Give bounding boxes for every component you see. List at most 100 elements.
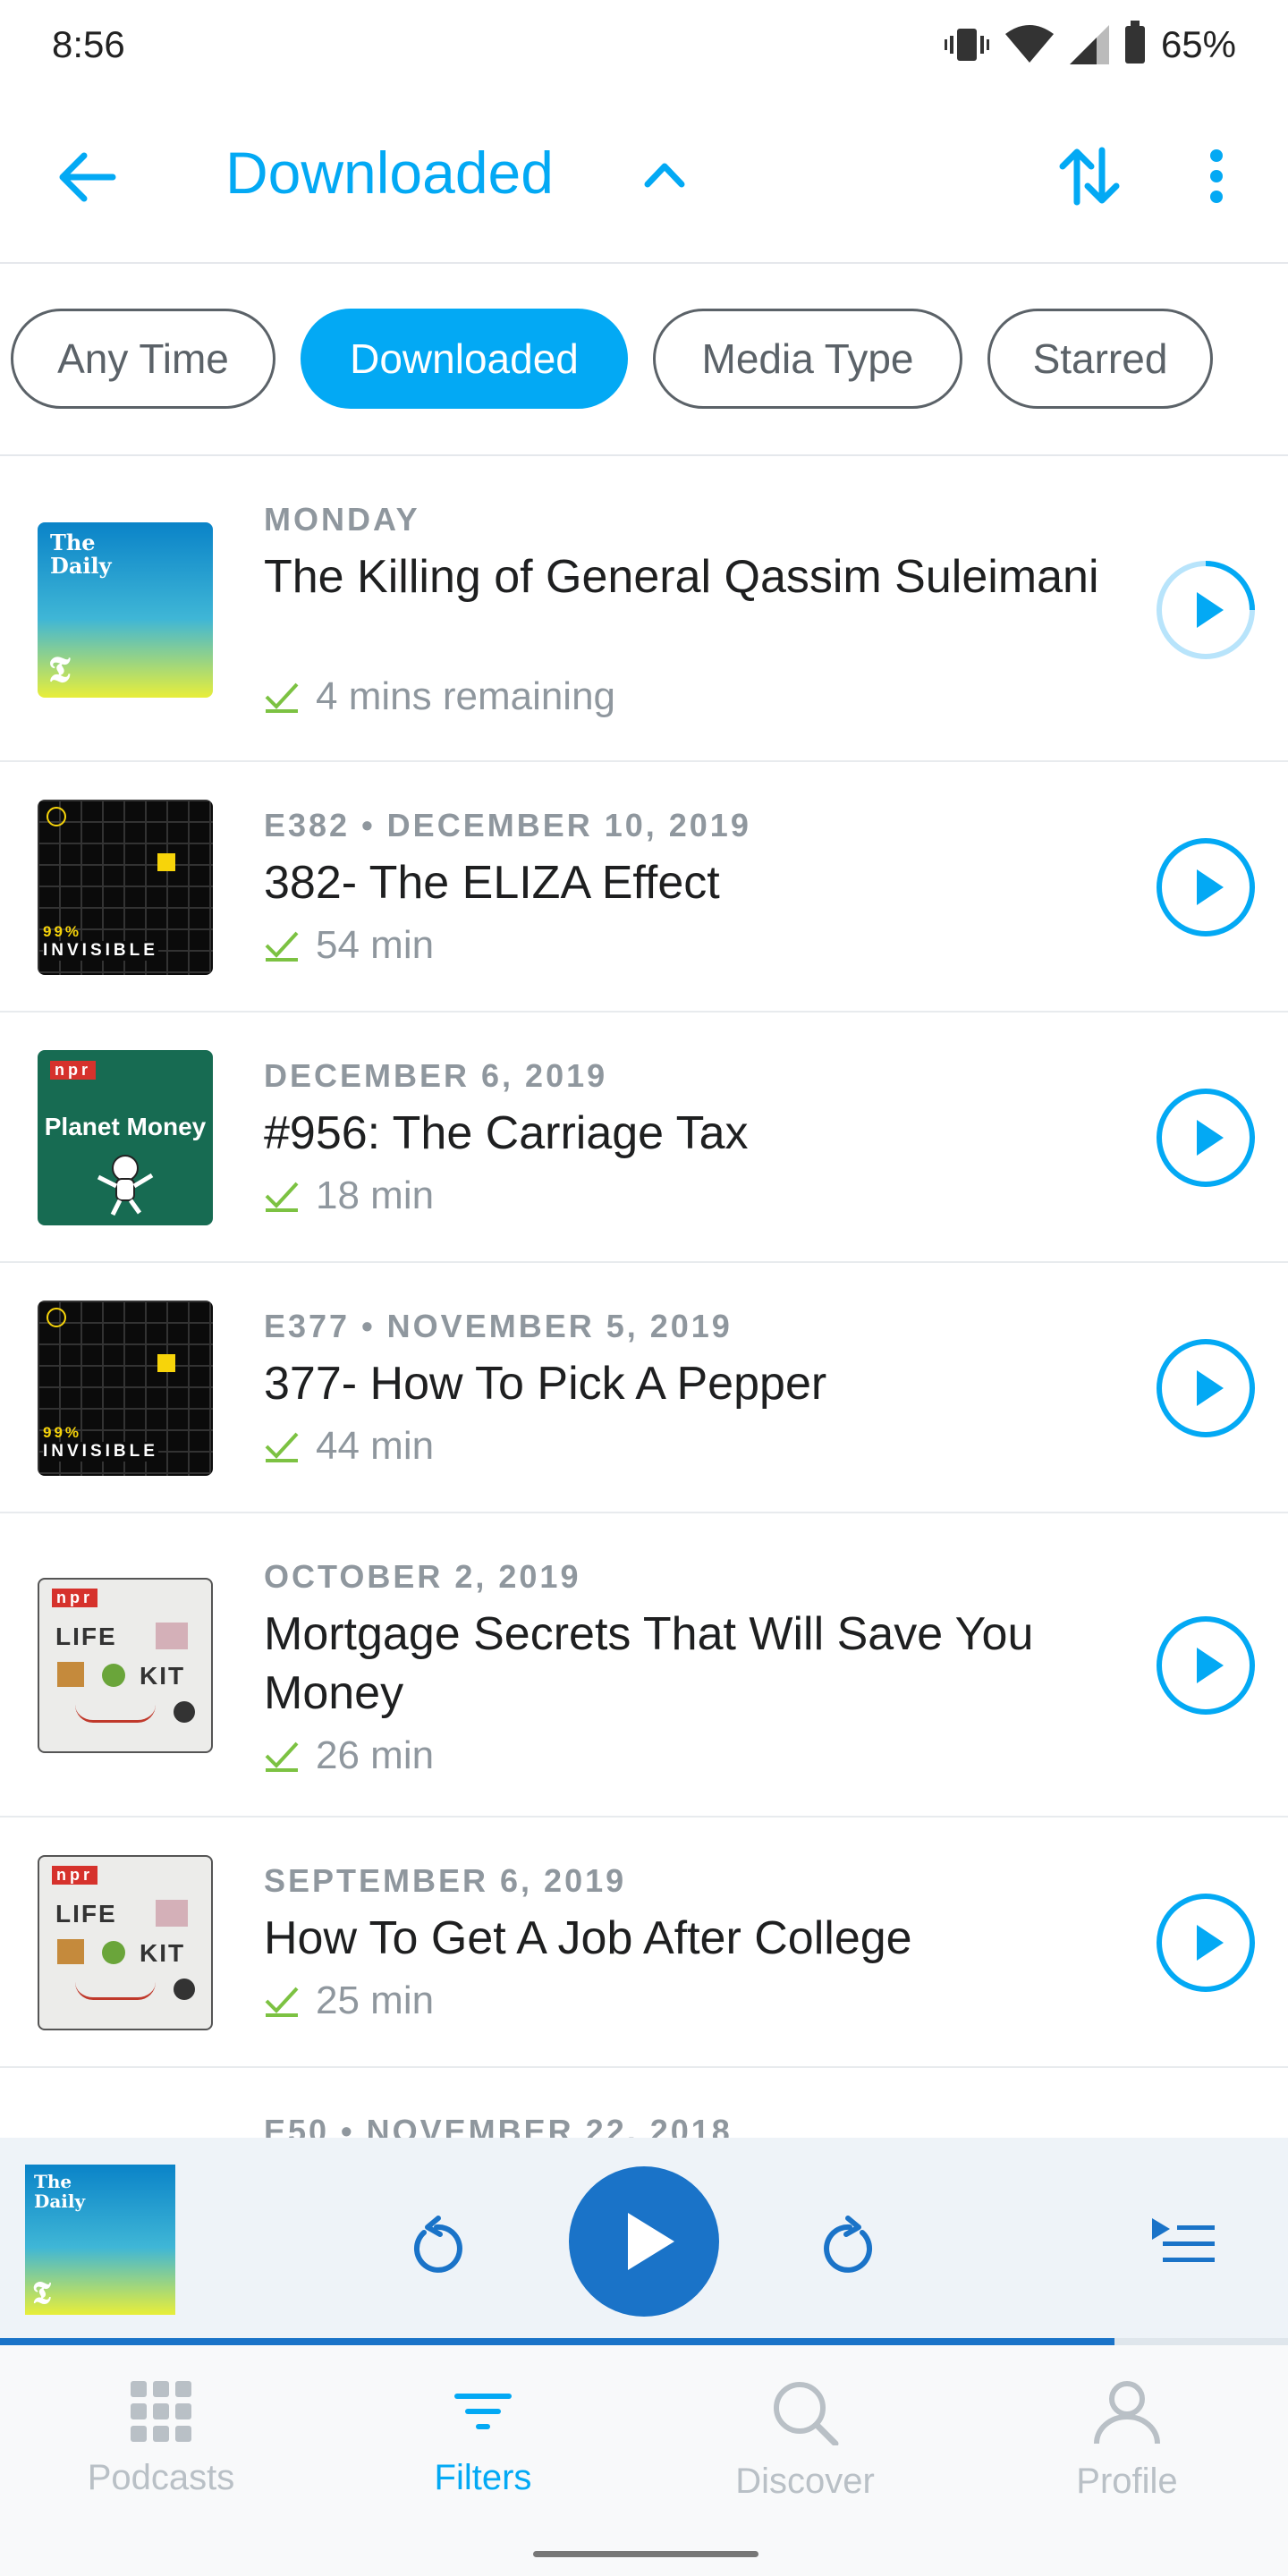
home-indicator[interactable] bbox=[533, 2551, 758, 2557]
back-arrow-icon[interactable] bbox=[57, 150, 116, 204]
nav-profile[interactable]: Profile bbox=[966, 2381, 1288, 2502]
skip-back-icon[interactable] bbox=[408, 2213, 465, 2274]
play-button[interactable] bbox=[1156, 1615, 1256, 1716]
filter-chips: Any Time Downloaded Media Type Starred bbox=[0, 264, 1288, 456]
downloaded-check-icon bbox=[265, 931, 299, 962]
bottom-navigation: Podcasts Filters Discover Profile bbox=[0, 2345, 1288, 2576]
nyt-logo-icon: 𝕿 bbox=[48, 648, 71, 691]
episode-duration: 54 min bbox=[316, 923, 435, 967]
episode-status: 54 min bbox=[264, 923, 434, 968]
episode-duration: 26 min bbox=[316, 1733, 435, 1777]
downloaded-check-icon bbox=[265, 682, 299, 713]
artwork-text: INVISIBLE bbox=[43, 941, 158, 961]
filter-icon bbox=[454, 2394, 512, 2429]
nav-podcasts[interactable]: Podcasts bbox=[0, 2381, 322, 2498]
mini-player: The Daily 𝕿 bbox=[0, 2138, 1288, 2343]
artwork-text: INVISIBLE bbox=[43, 1442, 158, 1462]
playback-progress-fill bbox=[0, 2338, 1114, 2345]
episode-row[interactable]: npr LIFE KIT OCTOBER 2, 2019 Mortgage Se… bbox=[0, 1513, 1288, 1818]
life-kit-artwork: npr LIFE KIT bbox=[38, 1855, 213, 2030]
artwork-text: LIFE bbox=[55, 1623, 117, 1650]
artwork-title-line1: The bbox=[34, 2171, 72, 2192]
play-button[interactable] bbox=[1156, 1893, 1256, 1993]
astronaut-icon bbox=[97, 1155, 154, 1216]
status-time: 8:56 bbox=[52, 23, 125, 65]
artwork-text: 99% bbox=[43, 923, 82, 940]
episode-date: DECEMBER 6, 2019 bbox=[264, 1057, 608, 1094]
status-icons: 65% bbox=[944, 21, 1236, 66]
episode-row[interactable]: E50 • NOVEMBER 22, 2018 bbox=[0, 2068, 1288, 2149]
npr-badge: npr bbox=[50, 1061, 96, 1080]
npr-badge: npr bbox=[52, 1589, 97, 1607]
small-logo-icon bbox=[47, 807, 66, 826]
cell-signal-icon bbox=[1069, 25, 1109, 64]
episode-status: 4 mins remaining bbox=[264, 674, 615, 719]
episode-duration: 44 min bbox=[316, 1424, 435, 1468]
npr-badge: npr bbox=[52, 1866, 97, 1885]
episode-row[interactable]: npr LIFE KIT SEPTEMBER 6, 2019 How To Ge… bbox=[0, 1818, 1288, 2068]
chip-downloaded[interactable]: Downloaded bbox=[301, 309, 628, 409]
nav-filters[interactable]: Filters bbox=[322, 2381, 644, 2498]
artwork-text: KIT bbox=[140, 1939, 186, 1967]
nav-label: Profile bbox=[1076, 2462, 1178, 2501]
nav-label: Discover bbox=[735, 2462, 875, 2501]
downloaded-check-icon bbox=[265, 1432, 299, 1462]
artwork-text: KIT bbox=[140, 1662, 186, 1690]
nyt-logo-icon: 𝕿 bbox=[32, 2275, 51, 2311]
artwork-text: LIFE bbox=[55, 1900, 117, 1928]
life-kit-artwork: npr LIFE KIT bbox=[38, 1578, 213, 1753]
episode-row[interactable]: The Daily 𝕿 MONDAY The Killing of Genera… bbox=[0, 458, 1288, 762]
artwork-text: 99% bbox=[43, 1424, 82, 1441]
episode-title: 377- How To Pick A Pepper bbox=[264, 1358, 827, 1410]
episode-row[interactable]: npr Planet Money DECEMBER 6, 2019 #956: … bbox=[0, 1013, 1288, 1263]
toolbar: Downloaded bbox=[0, 89, 1288, 264]
artwork-title-line2: Daily bbox=[34, 2190, 86, 2212]
small-logo-icon bbox=[47, 1308, 66, 1327]
episode-title: 382- The ELIZA Effect bbox=[264, 857, 720, 909]
battery-percent: 65% bbox=[1160, 23, 1236, 65]
more-options-icon[interactable] bbox=[1209, 148, 1224, 204]
episode-row[interactable]: 99% INVISIBLE E377 • NOVEMBER 5, 2019 37… bbox=[0, 1263, 1288, 1513]
episode-title: How To Get A Job After College bbox=[264, 1912, 912, 1964]
planet-money-artwork: npr Planet Money bbox=[38, 1050, 213, 1225]
nav-discover[interactable]: Discover bbox=[644, 2381, 966, 2502]
episode-status: 26 min bbox=[264, 1733, 434, 1778]
play-button[interactable] bbox=[1156, 1338, 1256, 1438]
episode-status: 44 min bbox=[264, 1424, 434, 1469]
up-next-queue-icon[interactable] bbox=[1150, 2216, 1216, 2267]
episode-title: #956: The Carriage Tax bbox=[264, 1107, 749, 1159]
artwork-title-line1: The bbox=[50, 530, 96, 555]
play-button[interactable] bbox=[1156, 560, 1256, 660]
nav-label: Podcasts bbox=[87, 2458, 235, 2497]
vibrate-icon bbox=[944, 29, 989, 61]
99-invisible-artwork: 99% INVISIBLE bbox=[38, 1301, 213, 1476]
playback-progress-bar[interactable] bbox=[0, 2338, 1288, 2345]
episode-date: MONDAY bbox=[264, 501, 420, 538]
episode-row[interactable]: 99% INVISIBLE E382 • DECEMBER 10, 2019 3… bbox=[0, 762, 1288, 1013]
chevron-up-icon[interactable] bbox=[644, 161, 685, 188]
status-bar: 8:56 65% bbox=[0, 0, 1288, 89]
episode-date: E377 • NOVEMBER 5, 2019 bbox=[264, 1308, 733, 1344]
grid-icon bbox=[131, 2381, 191, 2442]
chip-starred[interactable]: Starred bbox=[987, 309, 1213, 409]
play-button[interactable] bbox=[1156, 837, 1256, 937]
episode-date: OCTOBER 2, 2019 bbox=[264, 1558, 581, 1595]
episode-date: E382 • DECEMBER 10, 2019 bbox=[264, 807, 751, 843]
skip-forward-icon[interactable] bbox=[821, 2213, 878, 2274]
artwork-title-line2: Daily bbox=[50, 553, 112, 579]
sort-icon[interactable] bbox=[1059, 147, 1120, 206]
episode-duration: 25 min bbox=[316, 1979, 435, 2022]
play-button[interactable] bbox=[1156, 1088, 1256, 1188]
now-playing-artwork[interactable]: The Daily 𝕿 bbox=[25, 2165, 175, 2315]
episode-title: Mortgage Secrets That Will Save You Mone… bbox=[264, 1608, 1034, 1719]
page-title[interactable]: Downloaded bbox=[225, 139, 554, 207]
chip-media-type[interactable]: Media Type bbox=[653, 309, 962, 409]
downloaded-check-icon bbox=[265, 1182, 299, 1212]
main-play-button[interactable] bbox=[569, 2166, 719, 2317]
the-daily-artwork: The Daily 𝕿 bbox=[38, 522, 213, 698]
episode-status: 25 min bbox=[264, 1979, 434, 2023]
chip-any-time[interactable]: Any Time bbox=[11, 309, 275, 409]
wifi-icon bbox=[1004, 25, 1054, 63]
person-icon bbox=[1094, 2381, 1160, 2445]
battery-icon bbox=[1124, 21, 1145, 64]
